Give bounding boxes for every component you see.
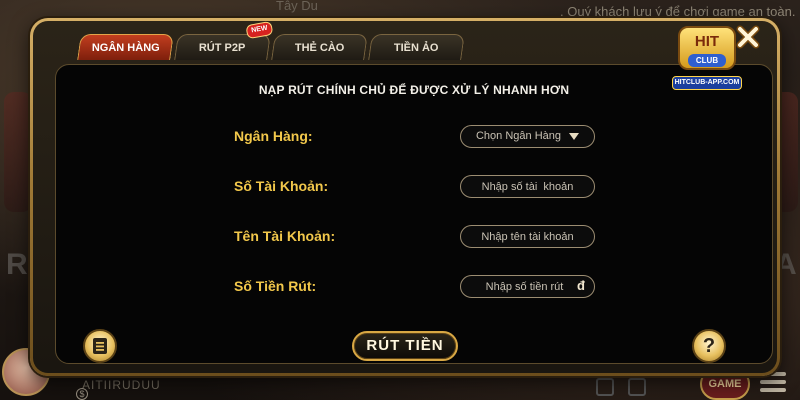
- close-button[interactable]: [735, 24, 761, 50]
- help-icon: ?: [702, 334, 716, 357]
- panel-notice: NẠP RÚT CHÍNH CHỦ ĐỂ ĐƯỢC XỬ LÝ NHANH HƠ…: [258, 83, 570, 97]
- logo-club: CLUB: [688, 54, 726, 67]
- tab-label: RÚT P2P: [199, 42, 246, 54]
- settings-icon[interactable]: [628, 378, 646, 396]
- bank-withdraw-panel: NẠP RÚT CHÍNH CHỦ ĐỂ ĐƯỢC XỬ LÝ NHANH HƠ…: [55, 64, 773, 364]
- background-marquee-notice: . Quý khách lưu ý để chơi game an toàn.: [560, 4, 796, 19]
- amount-input[interactable]: [460, 275, 595, 298]
- tab-label: TIỀN ẢO: [394, 42, 439, 54]
- currency-symbol: đ: [577, 278, 585, 293]
- tab-label: NGÂN HÀNG: [91, 42, 160, 54]
- account-number-label: Số Tài Khoản:: [234, 178, 329, 194]
- tab-label: THẺ CÀO: [294, 42, 345, 54]
- chevron-down-icon: [569, 133, 579, 140]
- account-name-label: Tên Tài Khoản:: [234, 228, 336, 244]
- tab-scratch-card[interactable]: THẺ CÀO: [271, 34, 368, 60]
- coin-icon: $: [76, 388, 88, 400]
- bank-label: Ngân Hàng:: [234, 128, 313, 144]
- bank-select[interactable]: Chọn Ngân Hàng: [460, 125, 595, 148]
- new-badge: NEW: [245, 20, 274, 40]
- withdraw-button[interactable]: RÚT TIỀN: [352, 331, 458, 361]
- tab-p2p-withdraw[interactable]: RÚT P2P NEW: [174, 20, 274, 60]
- tab-bank[interactable]: NGÂN HÀNG: [77, 34, 174, 60]
- account-name-input[interactable]: [460, 225, 595, 248]
- modal-body: NGÂN HÀNG RÚT P2P NEW THẺ CÀO TIỀN ẢO NẠ…: [33, 20, 777, 373]
- hitclub-logo: HIT CLUB HITCLUB-APP.COM: [672, 26, 742, 92]
- background-title: Tây Du: [276, 0, 318, 13]
- help-button[interactable]: ?: [692, 329, 726, 363]
- logo-site: HITCLUB-APP.COM: [672, 76, 742, 90]
- amount-label: Số Tiền Rút:: [234, 278, 317, 294]
- tab-crypto[interactable]: TIỀN ẢO: [368, 34, 465, 60]
- bank-select-value: Chọn Ngân Hàng: [475, 130, 561, 142]
- close-icon: [736, 25, 760, 49]
- document-icon: [93, 338, 107, 354]
- account-number-input[interactable]: [460, 175, 595, 198]
- withdraw-modal: NGÂN HÀNG RÚT P2P NEW THẺ CÀO TIỀN ẢO NẠ…: [30, 18, 780, 376]
- username-label: AITIIRUDUU: [82, 378, 161, 392]
- fullscreen-icon[interactable]: [596, 378, 614, 396]
- tab-bar: NGÂN HÀNG RÚT P2P NEW THẺ CÀO TIỀN ẢO: [77, 20, 465, 60]
- background-game-tile: [4, 92, 32, 212]
- history-button[interactable]: [83, 329, 117, 363]
